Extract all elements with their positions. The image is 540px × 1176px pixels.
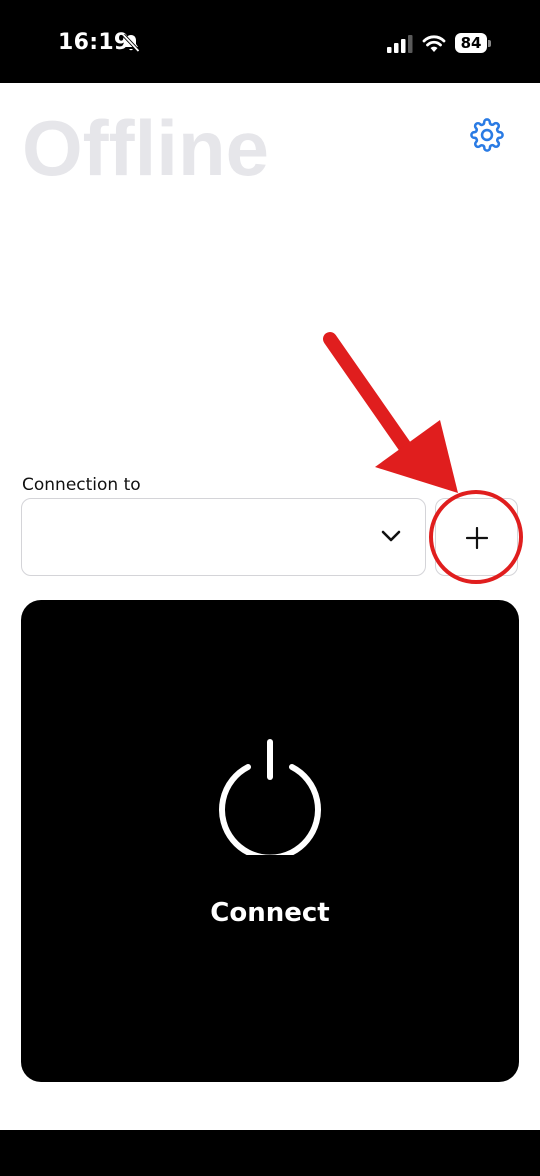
wifi-icon [422, 35, 446, 52]
status-bar: 16:19 84 [0, 0, 540, 83]
gear-icon[interactable] [470, 118, 504, 152]
connect-button[interactable]: Connect [21, 600, 519, 1082]
battery-icon: 84 [455, 33, 491, 55]
app-content: Offline Connection to Connect [0, 83, 540, 1130]
battery-tip [488, 40, 491, 47]
connection-dropdown[interactable] [21, 498, 426, 576]
status-time: 16:19 [58, 30, 130, 55]
add-connection-button[interactable] [435, 498, 518, 576]
chevron-down-icon [381, 530, 401, 542]
bell-slash-icon [122, 33, 140, 53]
arrow-head-annotation [375, 420, 458, 493]
power-icon [219, 739, 321, 855]
plus-icon [466, 527, 488, 549]
connection-label: Connection to [22, 475, 141, 495]
connect-label: Connect [210, 898, 330, 928]
cellular-signal-icon [387, 35, 413, 53]
battery-level: 84 [455, 33, 487, 53]
page-title: Offline [22, 104, 269, 192]
arrow-annotation [323, 332, 415, 458]
phone-screen: 16:19 84 Offline Connection to Connect [0, 0, 540, 1176]
